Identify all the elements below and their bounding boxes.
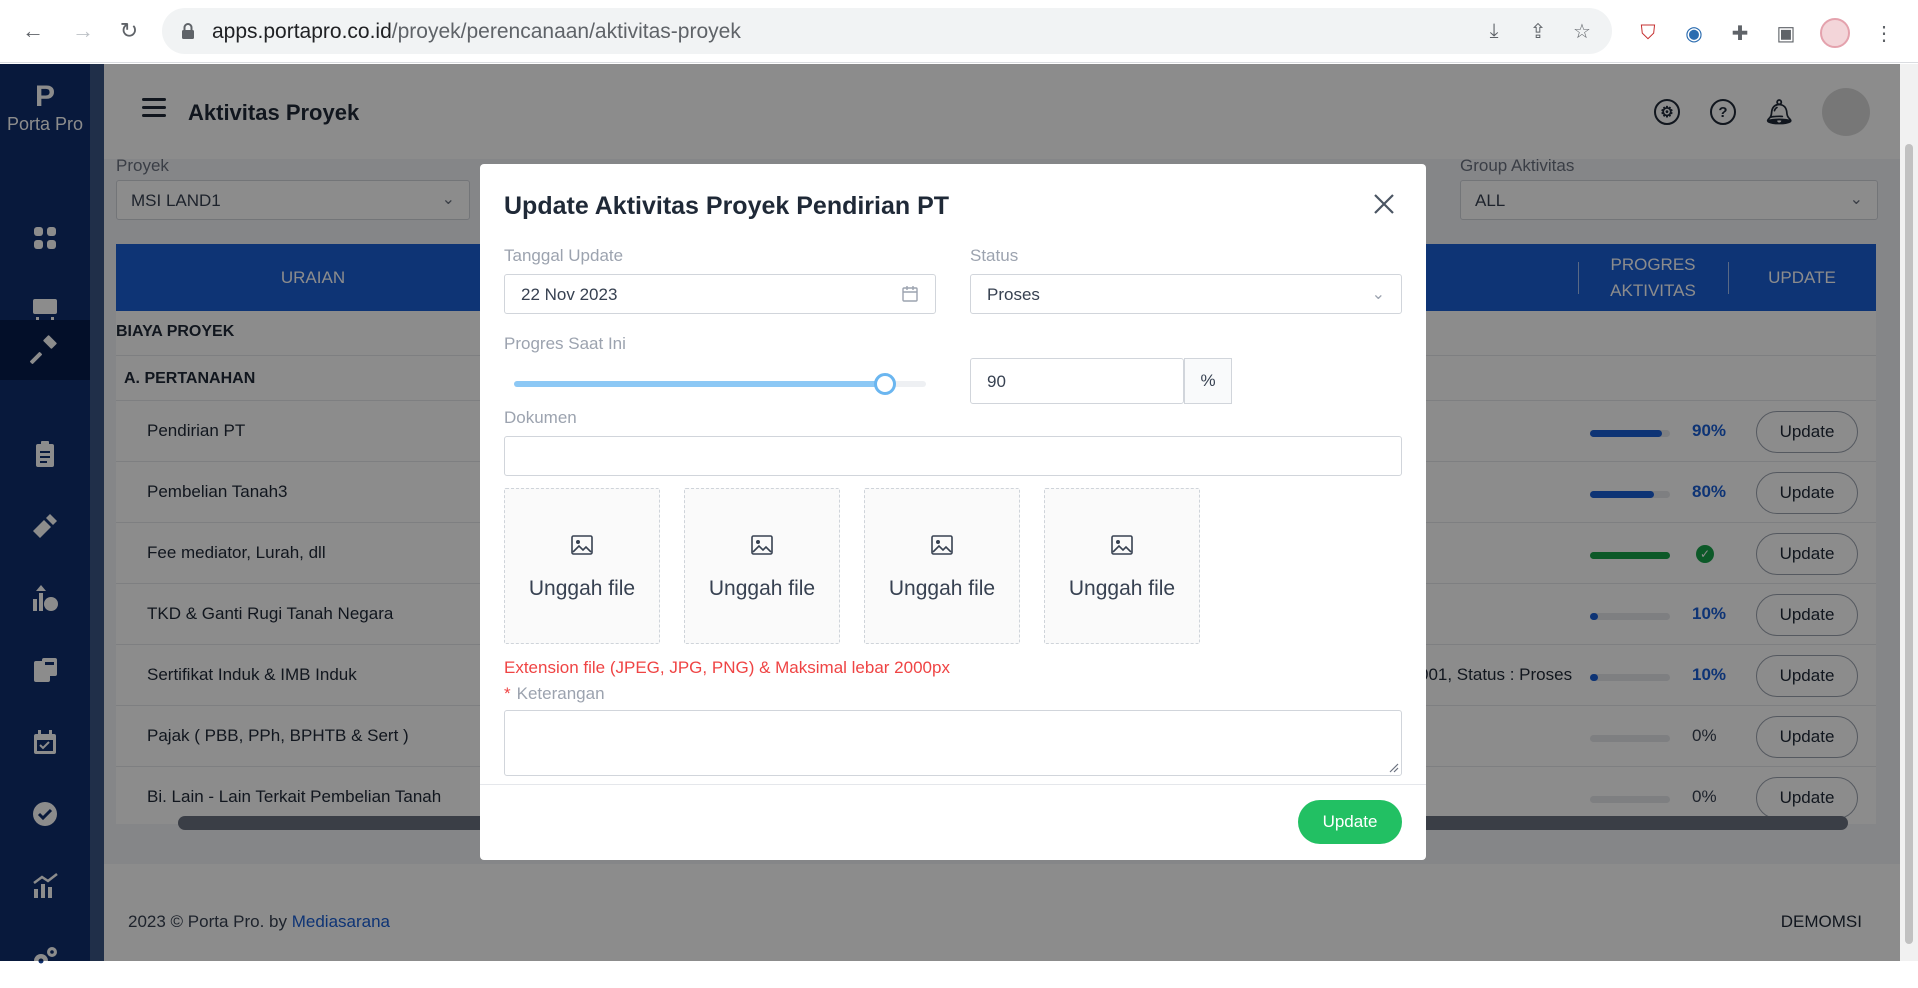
install-icon[interactable]: ⤓ <box>1482 19 1506 43</box>
keterangan-textarea[interactable] <box>504 710 1402 776</box>
file-hint: Extension file (JPEG, JPG, PNG) & Maksim… <box>504 658 950 677</box>
forward-icon[interactable]: → <box>66 14 100 48</box>
update-activity-modal: Update Aktivitas Proyek Pendirian PT Tan… <box>480 164 1426 860</box>
modal-title: Update Aktivitas Proyek Pendirian PT <box>504 192 950 220</box>
tanggal-update-input[interactable]: 22 Nov 2023 <box>504 274 936 314</box>
page-scroll-thumb[interactable] <box>1905 144 1913 944</box>
close-icon[interactable] <box>1370 190 1398 218</box>
chevron-down-icon: ⌄ <box>1371 286 1385 303</box>
modal-divider <box>480 784 1426 785</box>
calendar-icon <box>902 286 918 302</box>
progress-slider-handle[interactable] <box>873 373 896 395</box>
browser-menu-icon[interactable]: ⋮ <box>1872 21 1896 45</box>
reload-icon[interactable]: ↻ <box>112 14 146 48</box>
percent-addon: % <box>1184 358 1232 404</box>
back-icon[interactable]: ← <box>16 14 50 48</box>
page-scrollbar[interactable] <box>1900 64 1918 961</box>
progres-label: Progres Saat Ini <box>504 334 626 353</box>
dokumen-label: Dokumen <box>504 408 577 427</box>
status-value: Proses <box>987 285 1040 304</box>
bookmark-star-icon[interactable]: ☆ <box>1570 19 1594 43</box>
status-select[interactable]: Proses ⌄ <box>970 274 1402 314</box>
upload-file-label: Unggah file <box>1068 577 1176 600</box>
keterangan-label: * Keterangan <box>504 684 605 704</box>
upload-file-tile[interactable]: Unggah file <box>504 488 660 644</box>
upload-file-label: Unggah file <box>888 577 996 600</box>
tanggal-update-label: Tanggal Update <box>504 246 624 265</box>
submit-update-button[interactable]: Update <box>1298 800 1402 844</box>
lock-icon <box>182 23 194 39</box>
shield-extension-icon[interactable]: ⛉ <box>1636 21 1660 45</box>
keterangan-label-text: Keterangan <box>516 684 605 703</box>
vpn-extension-icon[interactable]: ◉ <box>1682 21 1706 45</box>
image-icon <box>751 535 773 555</box>
extensions-puzzle-icon[interactable]: ✚ <box>1728 21 1752 45</box>
resize-handle-icon[interactable] <box>1389 763 1399 773</box>
image-icon <box>931 535 953 555</box>
address-bar[interactable]: apps.portapro.co.id/proyek/perencanaan/a… <box>162 8 1612 54</box>
progres-value: 90 <box>987 372 1006 391</box>
profile-avatar[interactable] <box>1820 18 1850 48</box>
status-label: Status <box>970 246 1019 265</box>
upload-file-label: Unggah file <box>708 577 816 600</box>
tanggal-update-value: 22 Nov 2023 <box>521 285 618 304</box>
url-text: apps.portapro.co.id/proyek/perencanaan/a… <box>212 20 741 43</box>
image-icon <box>1111 535 1133 555</box>
share-icon[interactable]: ⇪ <box>1526 19 1550 43</box>
upload-file-tile[interactable]: Unggah file <box>684 488 840 644</box>
progres-number-input[interactable]: 90 <box>970 358 1184 404</box>
side-panel-icon[interactable]: ▣ <box>1774 21 1798 45</box>
image-icon <box>571 535 593 555</box>
dokumen-input[interactable] <box>504 436 1402 476</box>
browser-toolbar: ← → ↻ apps.portapro.co.id/proyek/perenca… <box>0 0 1918 63</box>
upload-file-tile[interactable]: Unggah file <box>864 488 1020 644</box>
progress-slider-track[interactable] <box>514 381 926 387</box>
upload-file-tile[interactable]: Unggah file <box>1044 488 1200 644</box>
progress-slider-fill <box>514 381 885 387</box>
upload-file-label: Unggah file <box>528 577 636 600</box>
required-mark: * <box>504 684 511 703</box>
